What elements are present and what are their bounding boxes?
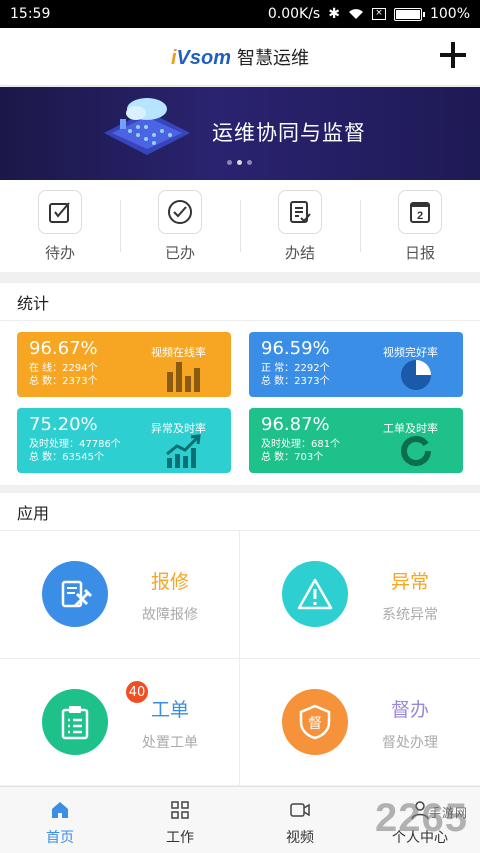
- app-header: iVsom 智慧运维: [0, 28, 480, 86]
- quick-done-label: 已办: [164, 244, 195, 262]
- battery-icon: [393, 7, 425, 21]
- stats-section-title: 统计: [0, 283, 480, 321]
- banner-carousel[interactable]: 运维协同与监督: [0, 87, 480, 180]
- status-time: 15:59: [10, 6, 51, 22]
- app-subtitle: 故障报修: [142, 607, 198, 623]
- quick-closed-label: 办结: [284, 244, 315, 262]
- supervise-glyph: 督: [308, 716, 322, 732]
- quick-daily-label: 日报: [404, 244, 435, 262]
- tab-work[interactable]: 工作: [120, 787, 240, 853]
- stats-panel: 96.67% 视频在线率 在 线：2294个 总 数：2373个 96.59% …: [0, 321, 480, 485]
- carousel-dot: [247, 160, 252, 165]
- home-icon: [50, 799, 70, 821]
- brand: iVsom 智慧运维: [171, 44, 309, 70]
- tab-label: 视频: [286, 830, 314, 846]
- edit-check-icon: [38, 190, 82, 234]
- network-speed: 0.00K/s: [267, 6, 321, 22]
- calendar-2-icon: 2: [398, 190, 442, 234]
- quick-todo[interactable]: 待办: [0, 180, 120, 272]
- list-check-icon: [278, 190, 322, 234]
- battery-percent: 100%: [429, 6, 470, 22]
- quick-closed[interactable]: 办结: [240, 180, 360, 272]
- repair-tools-icon: [42, 561, 108, 627]
- app-subtitle: 系统异常: [382, 607, 438, 623]
- app-title: 报修: [150, 571, 189, 593]
- app-title: 智慧运维: [237, 47, 310, 69]
- sim-off-icon: ×: [371, 8, 386, 20]
- pie-chart-icon: [401, 360, 431, 390]
- app-subtitle: 处置工单: [142, 735, 198, 751]
- app-workorder[interactable]: 40 工单 处置工单: [0, 659, 239, 786]
- check-circle-icon: [158, 190, 202, 234]
- cloud-platform-illustration: [104, 98, 190, 155]
- banner-title: 运维协同与监督: [212, 121, 366, 145]
- carousel-dots: [227, 160, 252, 165]
- site-watermark: 2265 手游网: [375, 796, 468, 840]
- grid-icon: [170, 799, 190, 821]
- wifi-icon: [348, 9, 363, 19]
- plus-icon[interactable]: [440, 42, 466, 68]
- app-title: 异常: [390, 571, 429, 593]
- ring-chart-icon: [401, 436, 431, 466]
- trend-chart-icon: [166, 434, 201, 468]
- tab-label: 首页: [46, 830, 74, 846]
- calendar-number: 2: [417, 210, 423, 222]
- tab-label: 工作: [166, 830, 194, 846]
- quick-done[interactable]: 已办: [120, 180, 240, 272]
- app-title: 工单: [150, 699, 189, 721]
- clipboard-icon: 40: [42, 679, 150, 755]
- apps-section-title: 应用: [0, 493, 480, 531]
- carousel-dot-active: [237, 160, 242, 165]
- stat-card-video-intact[interactable]: 96.59% 视频完好率 正 常：2292个 总 数：2373个: [249, 332, 463, 397]
- status-bar: 15:59 0.00K/s ✱ × 100%: [0, 0, 480, 28]
- quick-todo-label: 待办: [44, 244, 75, 262]
- app-repair[interactable]: 报修 故障报修: [0, 531, 239, 658]
- ivsom-logo: iVsom: [170, 46, 232, 69]
- quick-actions: 待办 已办 办结 2 日报: [0, 180, 480, 272]
- apps-grid: 报修 故障报修 异常 系统异常 40 工单 处置工单 督 督办 督处办理: [0, 531, 480, 785]
- stat-card-exception-timely[interactable]: 75.20% 异常及时率 及时处理：47786个 总 数：63545个: [17, 408, 231, 473]
- warning-icon: [282, 561, 348, 627]
- video-icon: [289, 799, 311, 821]
- bluetooth-icon: ✱: [328, 6, 340, 22]
- tab-home[interactable]: 首页: [0, 787, 120, 853]
- shield-du-icon: 督: [282, 689, 348, 755]
- stat-card-video-online[interactable]: 96.67% 视频在线率 在 线：2294个 总 数：2373个: [17, 332, 231, 397]
- tab-video[interactable]: 视频: [240, 787, 360, 853]
- app-subtitle: 督处办理: [382, 735, 438, 751]
- bar-chart-icon: [167, 362, 200, 392]
- stat-card-workorder-timely[interactable]: 96.87% 工单及时率 及时处理：681个 总 数：703个: [249, 408, 463, 473]
- app-title: 督办: [390, 699, 429, 721]
- app-supervise[interactable]: 督 督办 督处办理: [240, 659, 479, 786]
- carousel-dot: [227, 160, 232, 165]
- app-exception[interactable]: 异常 系统异常: [240, 531, 479, 658]
- quick-daily[interactable]: 2 日报: [360, 180, 480, 272]
